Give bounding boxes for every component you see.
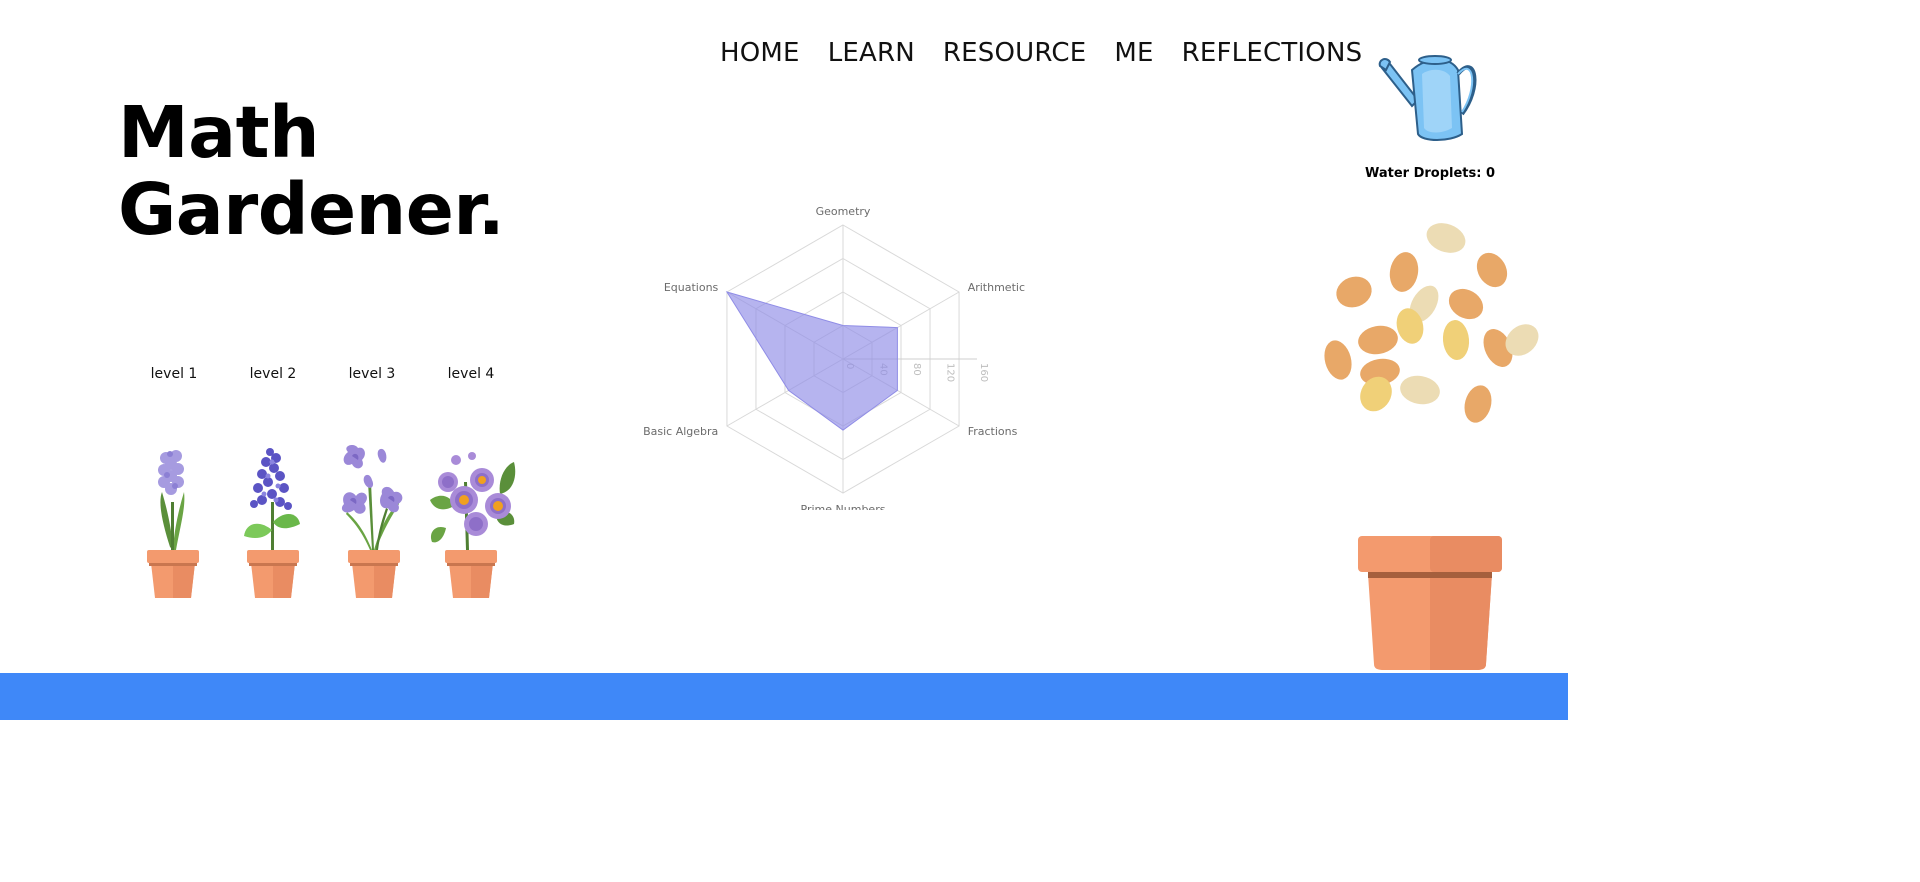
nav-home[interactable]: HOME [720, 36, 800, 70]
level-3-label[interactable]: level 3 [322, 366, 422, 382]
page-title: Math Gardener. [118, 91, 505, 251]
radar-axis-label: Prime Numbers [801, 503, 886, 510]
footer-bar [0, 673, 1568, 720]
hyacinth-plant-icon[interactable] [140, 442, 206, 602]
lilac-plant-icon[interactable] [240, 442, 306, 602]
seeds-icon[interactable] [1322, 218, 1544, 428]
radar-tick-label: 80 [911, 363, 922, 376]
watering-can-icon[interactable] [1378, 48, 1482, 148]
radar-axis-label: Basic Algebra [643, 425, 718, 438]
aster-plant-icon[interactable] [426, 442, 518, 602]
level-4-label[interactable]: level 4 [421, 366, 521, 382]
level-2-label[interactable]: level 2 [223, 366, 323, 382]
water-droplets-count: Water Droplets: 0 [1364, 166, 1496, 181]
nav-resource[interactable]: RESOURCE [943, 36, 1086, 70]
radar-axis-label: Equations [664, 281, 719, 294]
top-nav: HOME LEARN RESOURCE ME REFLECTIONS [720, 36, 1390, 70]
radar-axis-label: Geometry [816, 205, 871, 218]
nav-reflections[interactable]: REFLECTIONS [1182, 36, 1363, 70]
skills-radar-chart: 04080120160 GeometryArithmeticFractionsP… [643, 205, 1025, 510]
title-line-2: Gardener. [118, 168, 505, 251]
radar-tick-label: 120 [945, 363, 956, 382]
nav-me[interactable]: ME [1114, 36, 1153, 70]
radar-axis-label: Fractions [968, 425, 1018, 438]
radar-tick-label: 160 [978, 363, 989, 382]
level-1-label[interactable]: level 1 [124, 366, 224, 382]
radar-series-area [725, 291, 898, 431]
radar-axis-label: Arithmetic [968, 281, 1025, 294]
iris-plant-icon[interactable] [338, 442, 410, 602]
nav-learn[interactable]: LEARN [828, 36, 915, 70]
flower-pot-icon[interactable] [1356, 534, 1504, 672]
title-line-1: Math [118, 91, 320, 174]
